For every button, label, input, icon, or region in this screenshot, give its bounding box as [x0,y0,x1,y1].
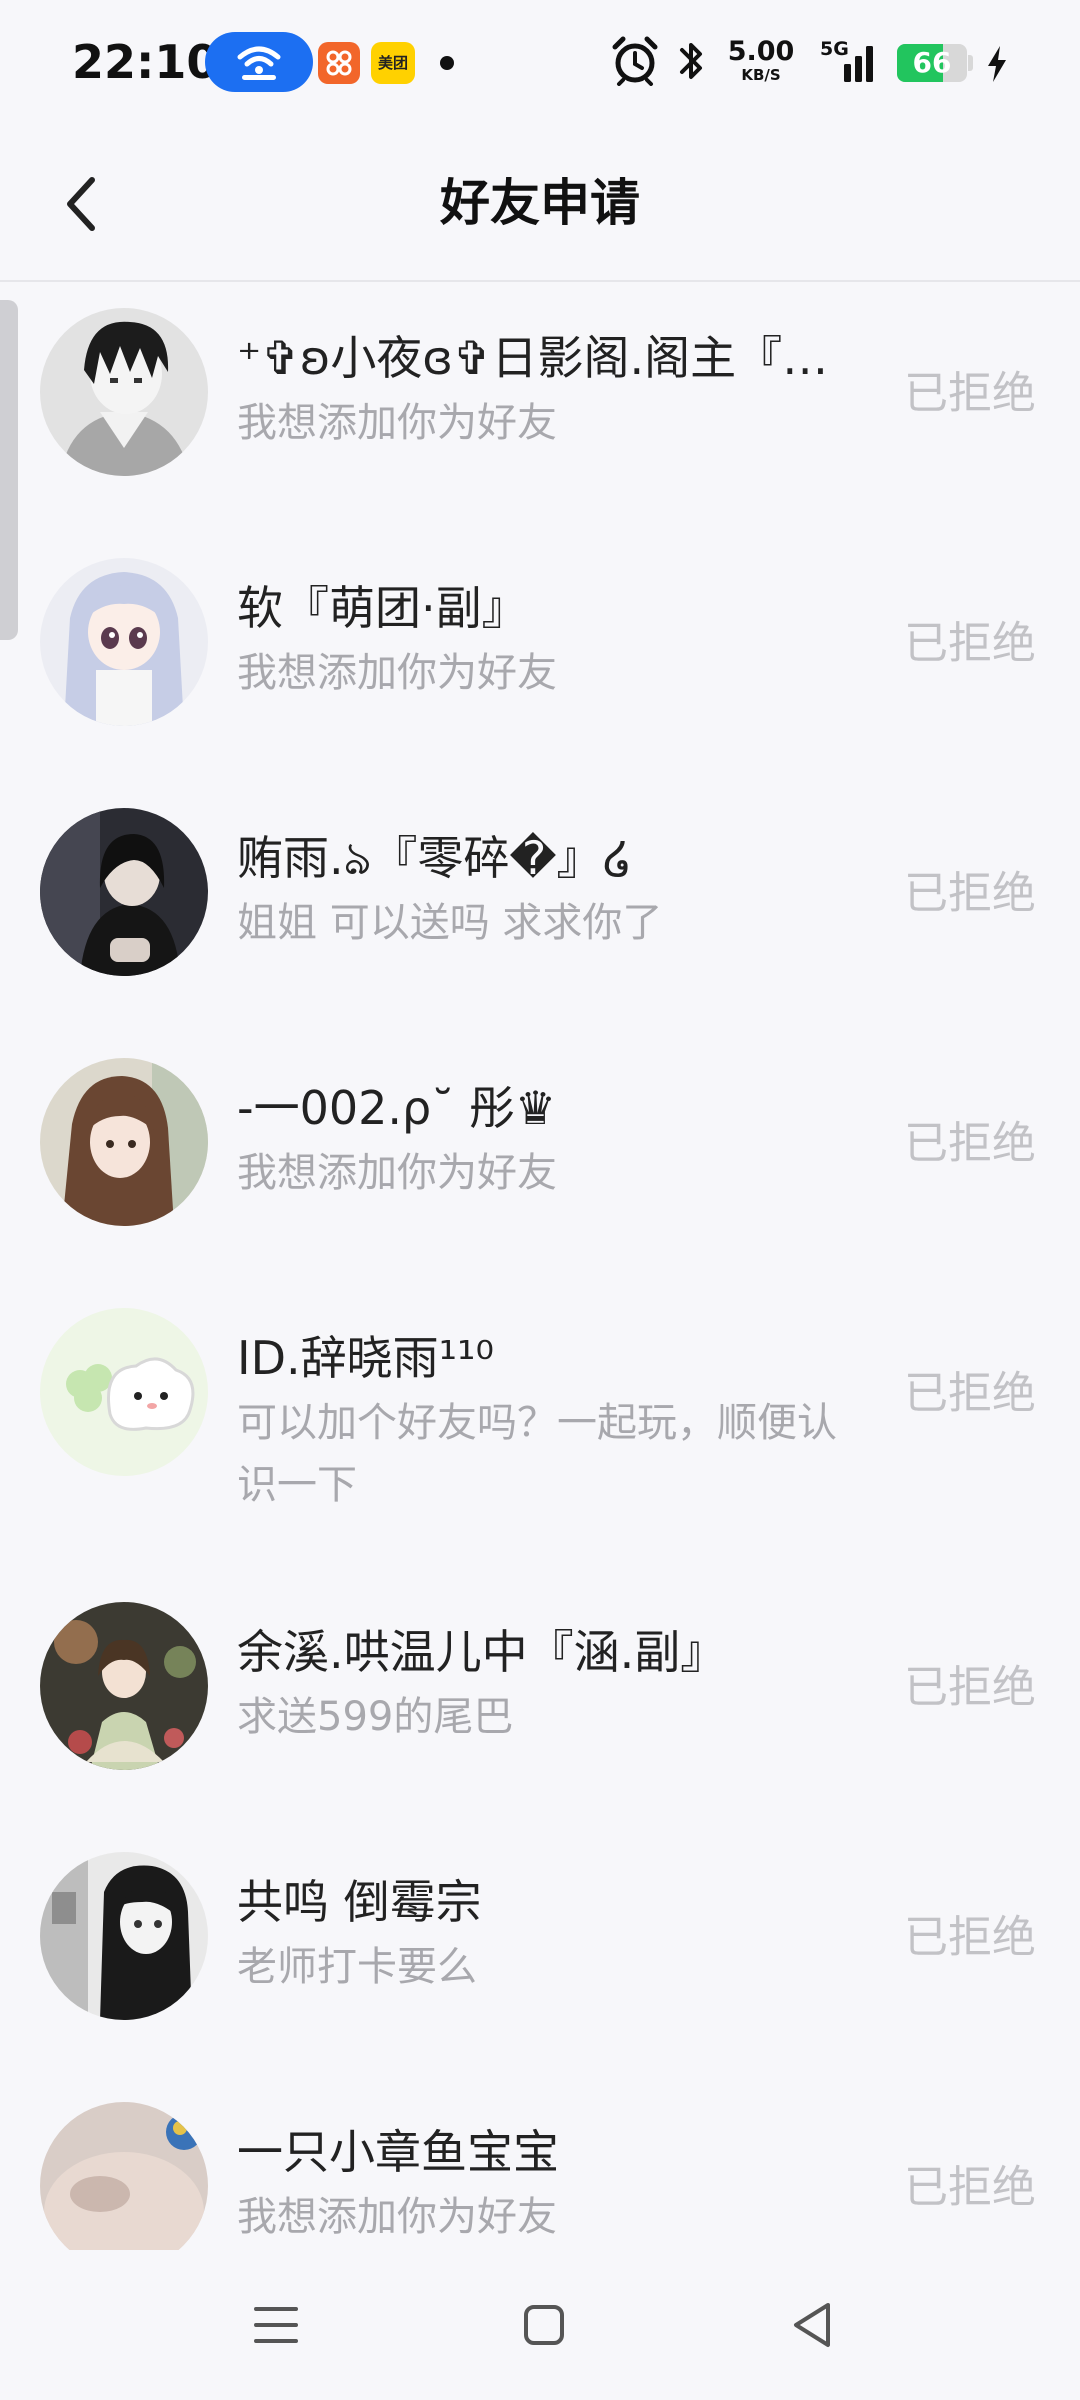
home-button[interactable] [520,2295,568,2359]
back-nav-button[interactable] [788,2295,836,2359]
request-message: 我想添加你为好友 [237,400,557,446]
avatar[interactable] [40,308,208,476]
more-notifications-dot-icon [440,56,454,70]
requester-name: ⁺✞ʚ小夜ɞ✞日影阁.阁主『… [237,331,829,385]
status-rejected-label: 已拒绝 [904,1118,1036,1169]
status-rejected-label: 已拒绝 [904,868,1036,919]
page-title: 好友申请 [440,174,640,232]
requester-name: 共鸣 倒霉宗 [237,1875,482,1929]
avatar[interactable] [40,558,208,726]
page-header: 好友申请 [0,126,1080,282]
status-rejected-label: 已拒绝 [904,1368,1036,1419]
avatar[interactable] [40,808,208,976]
friend-request-row[interactable]: ID.辞晓雨¹¹⁰ 可以加个好友吗？一起玩，顺便认识一下 已拒绝 [0,1282,1080,1576]
bluetooth-icon [678,38,706,88]
status-rejected-label: 已拒绝 [904,368,1036,419]
friend-request-list[interactable]: ⁺✞ʚ小夜ɞ✞日影阁.阁主『… 我想添加你为好友 已拒绝 软『萌团·副』 我想添… [0,282,1080,2250]
network-speed: 5.00 KB/S [726,36,796,85]
requester-name: 软『萌团·副』 [237,581,528,635]
charging-bolt-icon [984,44,1010,88]
friend-request-row[interactable]: -一002.ρ˘ 彤♛ 我想添加你为好友 已拒绝 [0,1032,1080,1282]
status-bar: 22:10 美团 5.00 KB/S 5G 66 [0,0,1080,126]
requester-name: 一只小章鱼宝宝 [237,2125,559,2179]
avatar[interactable] [40,1308,208,1476]
requester-name: -一002.ρ˘ 彤♛ [237,1081,557,1135]
chevron-left-icon [67,177,95,231]
avatar[interactable] [40,1602,208,1770]
menu-lines-icon [254,2307,298,2343]
avatar[interactable] [40,1852,208,2020]
friend-request-row[interactable]: 贿雨.ঌ『零碎�』໒ 姐姐 可以送吗 求求你了 已拒绝 [0,782,1080,1032]
status-rejected-label: 已拒绝 [904,2162,1036,2213]
network-speed-unit: KB/S [741,66,781,84]
request-message: 求送599的尾巴 [237,1694,514,1740]
requester-name: 贿雨.ঌ『零碎�』໒ [237,831,632,885]
request-message: 我想添加你为好友 [237,1150,557,1196]
friend-request-row[interactable]: ⁺✞ʚ小夜ɞ✞日影阁.阁主『… 我想添加你为好友 已拒绝 [0,282,1080,532]
app-notification-icon [318,42,360,84]
request-message: 姐姐 可以送吗 求求你了 [237,900,663,946]
alarm-clock-icon [612,36,658,90]
home-square-icon [524,2305,564,2345]
request-message: 可以加个好友吗？一起玩，顺便认识一下 [237,1400,837,1508]
hotspot-pill-icon [205,32,313,92]
signal-strength-icon [826,40,882,88]
requester-name: 余溪.哄温儿中『涵.副』 [237,1625,727,1679]
request-message: 我想添加你为好友 [237,2194,557,2240]
system-navigation-bar [0,2250,1080,2400]
request-message: 我想添加你为好友 [237,650,557,696]
request-message: 老师打卡要么 [237,1944,477,1990]
menu-button[interactable] [252,2295,300,2359]
avatar[interactable] [40,2102,208,2250]
battery-level: 66 [912,46,952,79]
status-rejected-label: 已拒绝 [904,1662,1036,1713]
back-button[interactable] [42,164,122,244]
requester-name: ID.辞晓雨¹¹⁰ [237,1331,494,1385]
status-time: 22:10 [72,35,219,89]
status-rejected-label: 已拒绝 [904,618,1036,669]
friend-request-row[interactable]: 共鸣 倒霉宗 老师打卡要么 已拒绝 [0,1826,1080,2076]
back-triangle-icon [794,2303,830,2347]
network-speed-value: 5.00 [727,36,795,67]
meituan-app-icon: 美团 [371,42,415,84]
friend-requests-screen: 22:10 美团 5.00 KB/S 5G 66 好友申请 ⁺✞ʚ小夜ɞ✞日影阁… [0,0,1080,2400]
battery-cap [968,55,973,71]
battery-icon: 66 [897,44,967,82]
friend-request-row[interactable]: 软『萌团·副』 我想添加你为好友 已拒绝 [0,532,1080,782]
avatar[interactable] [40,1058,208,1226]
friend-request-row[interactable]: 余溪.哄温儿中『涵.副』 求送599的尾巴 已拒绝 [0,1576,1080,1826]
friend-request-row[interactable]: 一只小章鱼宝宝 我想添加你为好友 已拒绝 [0,2076,1080,2250]
status-rejected-label: 已拒绝 [904,1912,1036,1963]
